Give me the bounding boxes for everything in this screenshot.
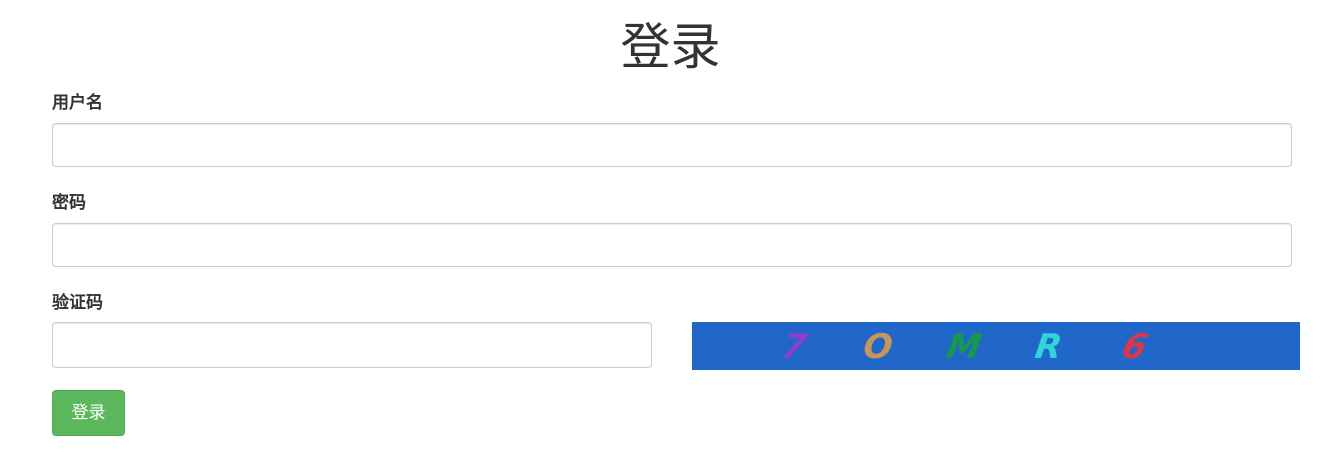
captcha-label: 验证码 bbox=[52, 293, 103, 313]
captcha-char: O bbox=[862, 327, 895, 367]
login-page: 登录 用户名 密码 验证码 7OMR6 登录 bbox=[0, 0, 1341, 455]
captcha-char: M bbox=[944, 327, 985, 367]
login-button[interactable]: 登录 bbox=[52, 390, 125, 436]
page-title: 登录 bbox=[620, 18, 721, 76]
captcha-input[interactable] bbox=[52, 322, 652, 368]
captcha-image[interactable]: 7OMR6 bbox=[692, 322, 1300, 370]
password-label: 密码 bbox=[52, 193, 86, 213]
captcha-char: R bbox=[1033, 327, 1065, 367]
password-input[interactable] bbox=[52, 223, 1292, 267]
username-label: 用户名 bbox=[52, 93, 103, 113]
captcha-svg: 7OMR6 bbox=[692, 322, 1300, 370]
username-input[interactable] bbox=[52, 123, 1292, 167]
